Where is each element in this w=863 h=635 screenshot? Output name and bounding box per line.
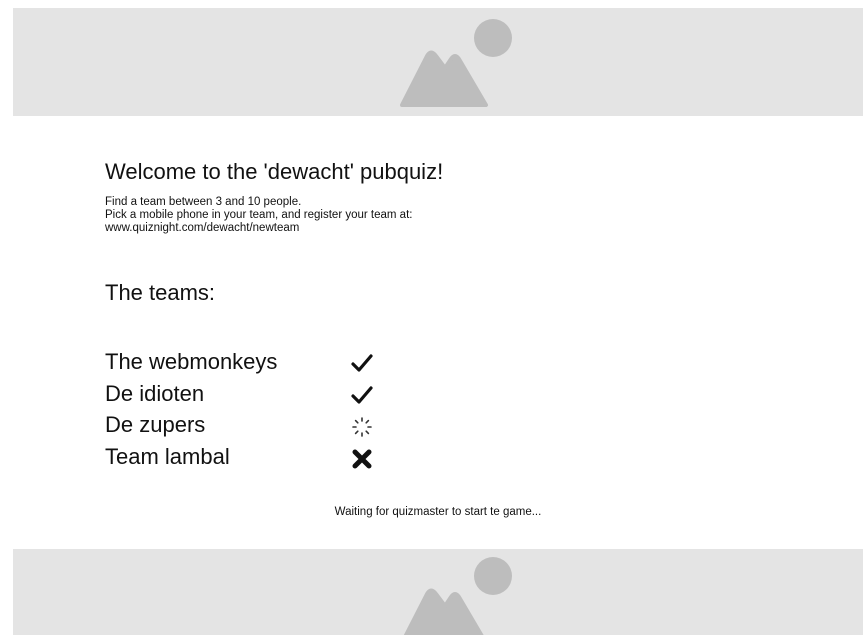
checkmark-icon [351, 385, 373, 407]
instructions: Find a team between 3 and 10 people. Pic… [105, 196, 805, 235]
checkmark-icon [351, 353, 373, 375]
team-row: De zupers [105, 409, 505, 441]
page-title: Welcome to the 'dewacht' pubquiz! [105, 159, 444, 184]
cross-icon [351, 448, 373, 470]
welcome-section: Welcome to the 'dewacht' pubquiz! Find a… [105, 158, 805, 469]
header-image-placeholder [13, 8, 863, 116]
spinner-icon [351, 416, 373, 438]
team-name: Team lambal [105, 443, 230, 469]
page-frame: Welcome to the 'dewacht' pubquiz! Find a… [13, 8, 863, 635]
teams-heading: The teams: [105, 280, 216, 305]
team-name: The webmonkeys [105, 349, 278, 374]
registration-url: www.quiznight.com/dewacht/newteam [105, 222, 300, 234]
team-list: The webmonkeys De idioten De zupers Team… [105, 346, 505, 472]
image-placeholder-icon [400, 19, 512, 107]
team-row: Team lambal [105, 441, 505, 473]
image-placeholder-icon [403, 557, 512, 635]
footer-image-placeholder [13, 549, 863, 635]
instruction-line: Find a team between 3 and 10 people. [105, 196, 302, 208]
team-row: The webmonkeys [105, 346, 505, 378]
team-name: De zupers [105, 412, 206, 437]
team-row: De idioten [105, 378, 505, 410]
waiting-status: Waiting for quizmaster to start te game.… [334, 506, 542, 518]
instruction-line: Pick a mobile phone in your team, and re… [105, 209, 413, 221]
team-name: De idioten [105, 380, 205, 406]
